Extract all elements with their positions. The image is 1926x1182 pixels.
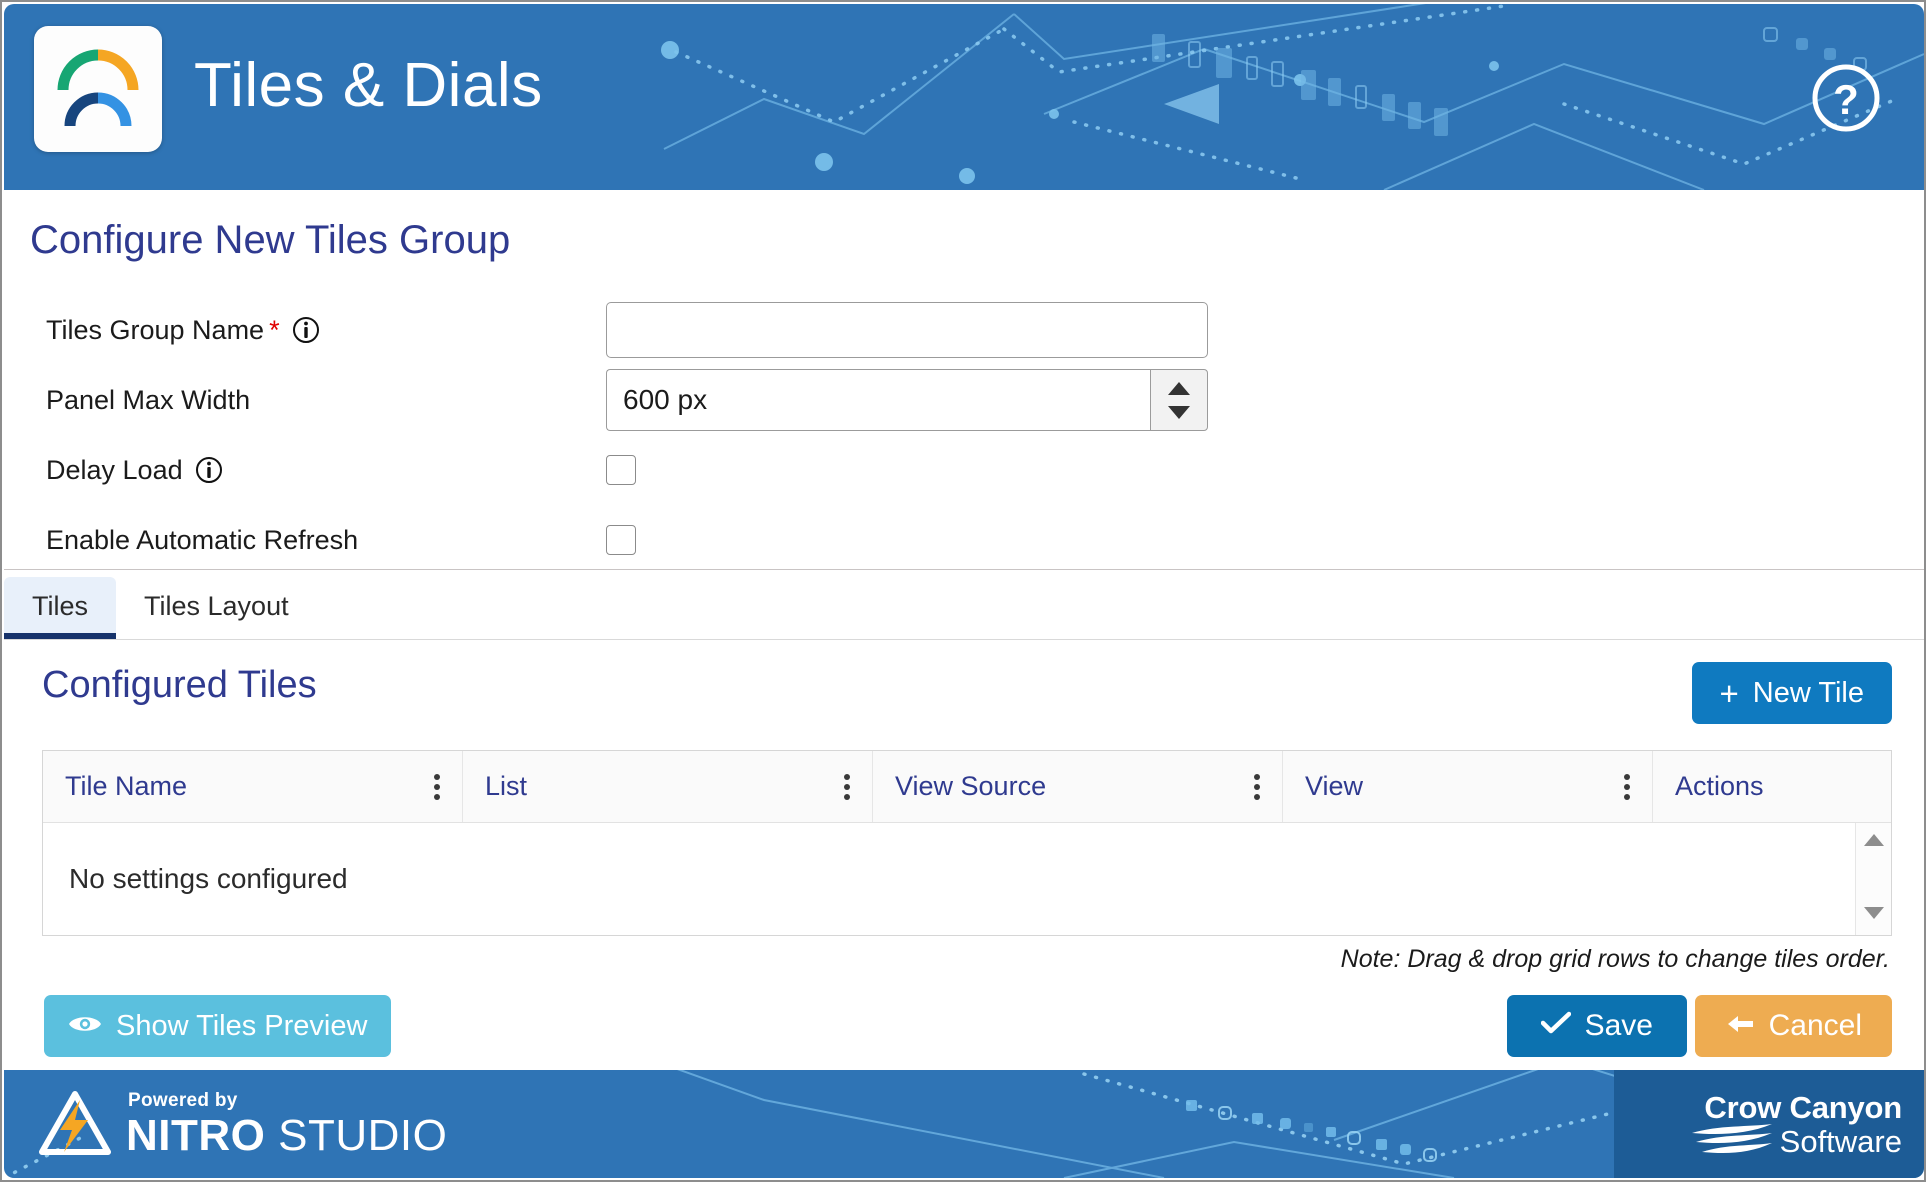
save-label: Save: [1584, 1009, 1653, 1042]
grid-drag-note: Note: Drag & drop grid rows to change ti…: [1340, 945, 1890, 973]
configured-tiles-panel: Configured Tiles + New Tile Tile Name Li…: [4, 639, 1924, 1076]
nitro-bold-text: NITRO: [126, 1110, 266, 1160]
grid-column-list[interactable]: List: [463, 751, 873, 822]
column-label: View Source: [895, 771, 1047, 801]
delay-load-checkbox[interactable]: [606, 455, 636, 485]
crow-canyon-swoosh-icon: [1691, 1124, 1772, 1154]
eye-icon: [68, 1010, 102, 1043]
configured-tiles-heading: Configured Tiles: [42, 664, 317, 706]
column-menu-icon[interactable]: [1242, 773, 1260, 800]
field-label-tiles-group-name: Tiles Group Name *: [46, 315, 606, 346]
tab-tiles-layout[interactable]: Tiles Layout: [116, 577, 317, 635]
grid-empty-message: No settings configured: [69, 863, 348, 894]
gauge-arcs-icon: [57, 49, 139, 127]
enable-automatic-refresh-checkbox[interactable]: [606, 525, 636, 555]
powered-by-label: Powered by: [128, 1089, 238, 1111]
show-tiles-preview-button[interactable]: Show Tiles Preview: [44, 995, 392, 1057]
field-label-delay-load: Delay Load: [46, 455, 606, 486]
arrow-left-icon: [1725, 1009, 1755, 1043]
column-label: View: [1305, 771, 1364, 801]
triangle-down-icon[interactable]: [1863, 906, 1885, 925]
svg-text:?: ?: [1833, 76, 1859, 123]
tab-tiles[interactable]: Tiles: [4, 577, 117, 639]
tab-label: Tiles Layout: [144, 590, 289, 621]
grid-header-row: Tile Name List View Source View Actions: [43, 751, 1891, 823]
triangle-up-icon[interactable]: [1863, 833, 1885, 852]
column-menu-icon[interactable]: [832, 773, 850, 800]
studio-light-text: STUDIO: [265, 1110, 448, 1160]
cancel-label: Cancel: [1768, 1009, 1862, 1042]
field-row-delay-load: Delay Load: [46, 435, 1226, 505]
configure-form-section: Configure New Tiles Group Tiles Group Na…: [4, 190, 1924, 570]
app-header: Tiles & Dials ?: [4, 4, 1924, 190]
column-label: Tile Name: [65, 771, 188, 801]
grid-column-actions[interactable]: Actions: [1653, 751, 1891, 822]
field-row-tiles-group-name: Tiles Group Name *: [46, 295, 1226, 365]
field-label-panel-max-width: Panel Max Width: [46, 385, 606, 416]
app-footer: Powered by NITRO STUDIO Crow Canyon Soft…: [4, 1070, 1924, 1178]
grid-vertical-scrollbar[interactable]: [1855, 823, 1891, 935]
tiles-and-dials-app: Tiles & Dials ? Configure New Tiles Grou…: [0, 0, 1926, 1182]
column-menu-icon[interactable]: [422, 773, 440, 800]
new-tile-label: New Tile: [1752, 676, 1864, 709]
column-label: List: [485, 771, 528, 801]
grid-column-tile-name[interactable]: Tile Name: [43, 751, 463, 822]
save-button[interactable]: Save: [1506, 995, 1687, 1057]
label-text: Panel Max Width: [46, 384, 251, 415]
column-menu-icon[interactable]: [1612, 773, 1630, 800]
required-asterisk: *: [269, 314, 280, 345]
check-icon: [1540, 1009, 1571, 1043]
info-icon[interactable]: [292, 316, 320, 344]
plus-icon: +: [1719, 674, 1739, 712]
help-circle-icon[interactable]: ?: [1810, 62, 1882, 134]
nitro-bolt-icon: [39, 1091, 111, 1155]
stepper-up-icon[interactable]: [1167, 381, 1191, 396]
stepper-down-icon[interactable]: [1167, 405, 1191, 420]
nitro-studio-logo: Powered by NITRO STUDIO: [38, 1090, 447, 1158]
field-row-panel-max-width: Panel Max Width: [46, 365, 1226, 435]
column-label: Actions: [1675, 771, 1764, 801]
grid-column-view[interactable]: View: [1283, 751, 1653, 822]
form-fields: Tiles Group Name * Panel Max Width 600 p…: [46, 295, 1226, 575]
grid-column-view-source[interactable]: View Source: [873, 751, 1283, 822]
field-label-enable-automatic-refresh: Enable Automatic Refresh: [46, 525, 606, 556]
preview-label: Show Tiles Preview: [116, 1009, 368, 1042]
stepper-buttons: [1150, 369, 1208, 431]
info-icon[interactable]: [195, 456, 223, 484]
field-row-enable-automatic-refresh: Enable Automatic Refresh: [46, 505, 1226, 575]
company-name-bottom: Software: [1779, 1123, 1902, 1159]
tab-strip: Tiles Tiles Layout: [4, 571, 1924, 639]
company-name-top: Crow Canyon: [1704, 1090, 1902, 1125]
label-text: Enable Automatic Refresh: [46, 524, 359, 555]
tab-label: Tiles: [32, 590, 89, 621]
configured-tiles-grid: Tile Name List View Source View Actions: [42, 750, 1892, 936]
label-text: Tiles Group Name: [46, 314, 265, 345]
app-logo: [34, 26, 162, 152]
crow-canyon-logo: Crow Canyon Software: [1688, 1092, 1902, 1157]
page-title: Tiles & Dials: [194, 51, 543, 120]
new-tile-button[interactable]: + New Tile: [1691, 662, 1892, 724]
nitro-studio-label: NITRO STUDIO: [126, 1110, 448, 1160]
panel-max-width-input[interactable]: [606, 369, 1150, 431]
nitro-wordmark: Powered by NITRO STUDIO: [126, 1091, 447, 1158]
tiles-group-name-input[interactable]: [606, 302, 1208, 358]
grid-body: No settings configured: [43, 823, 1891, 935]
cancel-button[interactable]: Cancel: [1694, 995, 1892, 1057]
section-heading: Configure New Tiles Group: [30, 218, 511, 262]
panel-max-width-stepper: [606, 369, 1208, 431]
label-text: Delay Load: [46, 454, 183, 485]
